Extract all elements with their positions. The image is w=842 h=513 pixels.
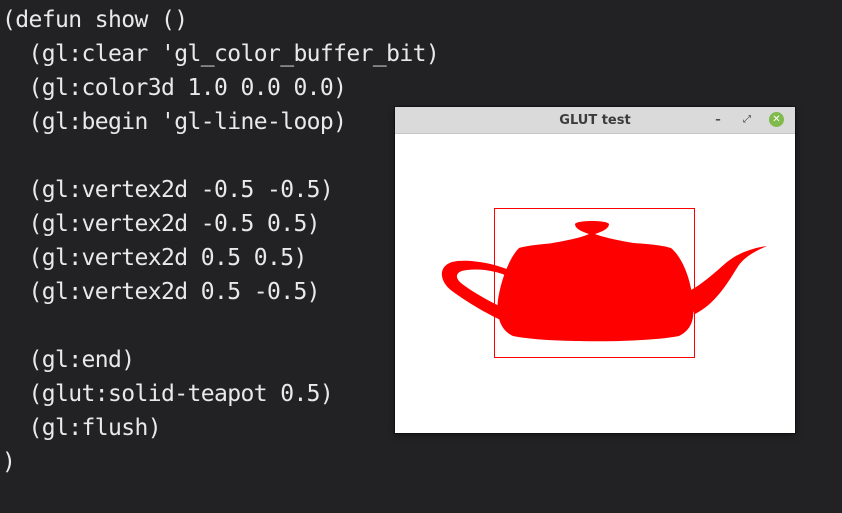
close-button[interactable]: ✕ bbox=[769, 112, 784, 127]
code-line: (glut:solid-teapot 0.5) bbox=[2, 381, 334, 407]
minimize-icon: – bbox=[715, 113, 721, 126]
code-line: (gl:flush) bbox=[2, 415, 161, 441]
window-title: GLUT test bbox=[559, 113, 631, 128]
glut-window[interactable]: GLUT test – ⤢ ✕ bbox=[395, 107, 795, 433]
teapot-lid bbox=[547, 221, 639, 244]
code-line: (gl:vertex2d -0.5 0.5) bbox=[2, 211, 320, 237]
gl-canvas[interactable] bbox=[395, 134, 795, 433]
maximize-button[interactable]: ⤢ bbox=[739, 112, 755, 128]
code-line: (gl:vertex2d 0.5 0.5) bbox=[2, 245, 307, 271]
code-line: (gl:begin 'gl-line-loop) bbox=[2, 109, 347, 135]
gl-render-surface bbox=[441, 208, 767, 358]
code-line: (gl:clear 'gl_color_buffer_bit) bbox=[2, 41, 440, 67]
window-titlebar[interactable]: GLUT test – ⤢ ✕ bbox=[395, 107, 795, 134]
code-line: (gl:vertex2d 0.5 -0.5) bbox=[2, 279, 320, 305]
close-icon: ✕ bbox=[772, 114, 781, 125]
code-line: (gl:vertex2d -0.5 -0.5) bbox=[2, 177, 334, 203]
teapot-spout bbox=[683, 246, 767, 314]
code-line: (defun show () bbox=[2, 7, 188, 33]
teapot-body bbox=[497, 242, 694, 342]
teapot-shape bbox=[441, 221, 767, 342]
minimize-button[interactable]: – bbox=[710, 112, 726, 128]
maximize-icon: ⤢ bbox=[743, 114, 751, 125]
code-line: ) bbox=[2, 449, 16, 475]
code-line: (gl:color3d 1.0 0.0 0.0) bbox=[2, 75, 347, 101]
code-line: (gl:end) bbox=[2, 347, 135, 373]
